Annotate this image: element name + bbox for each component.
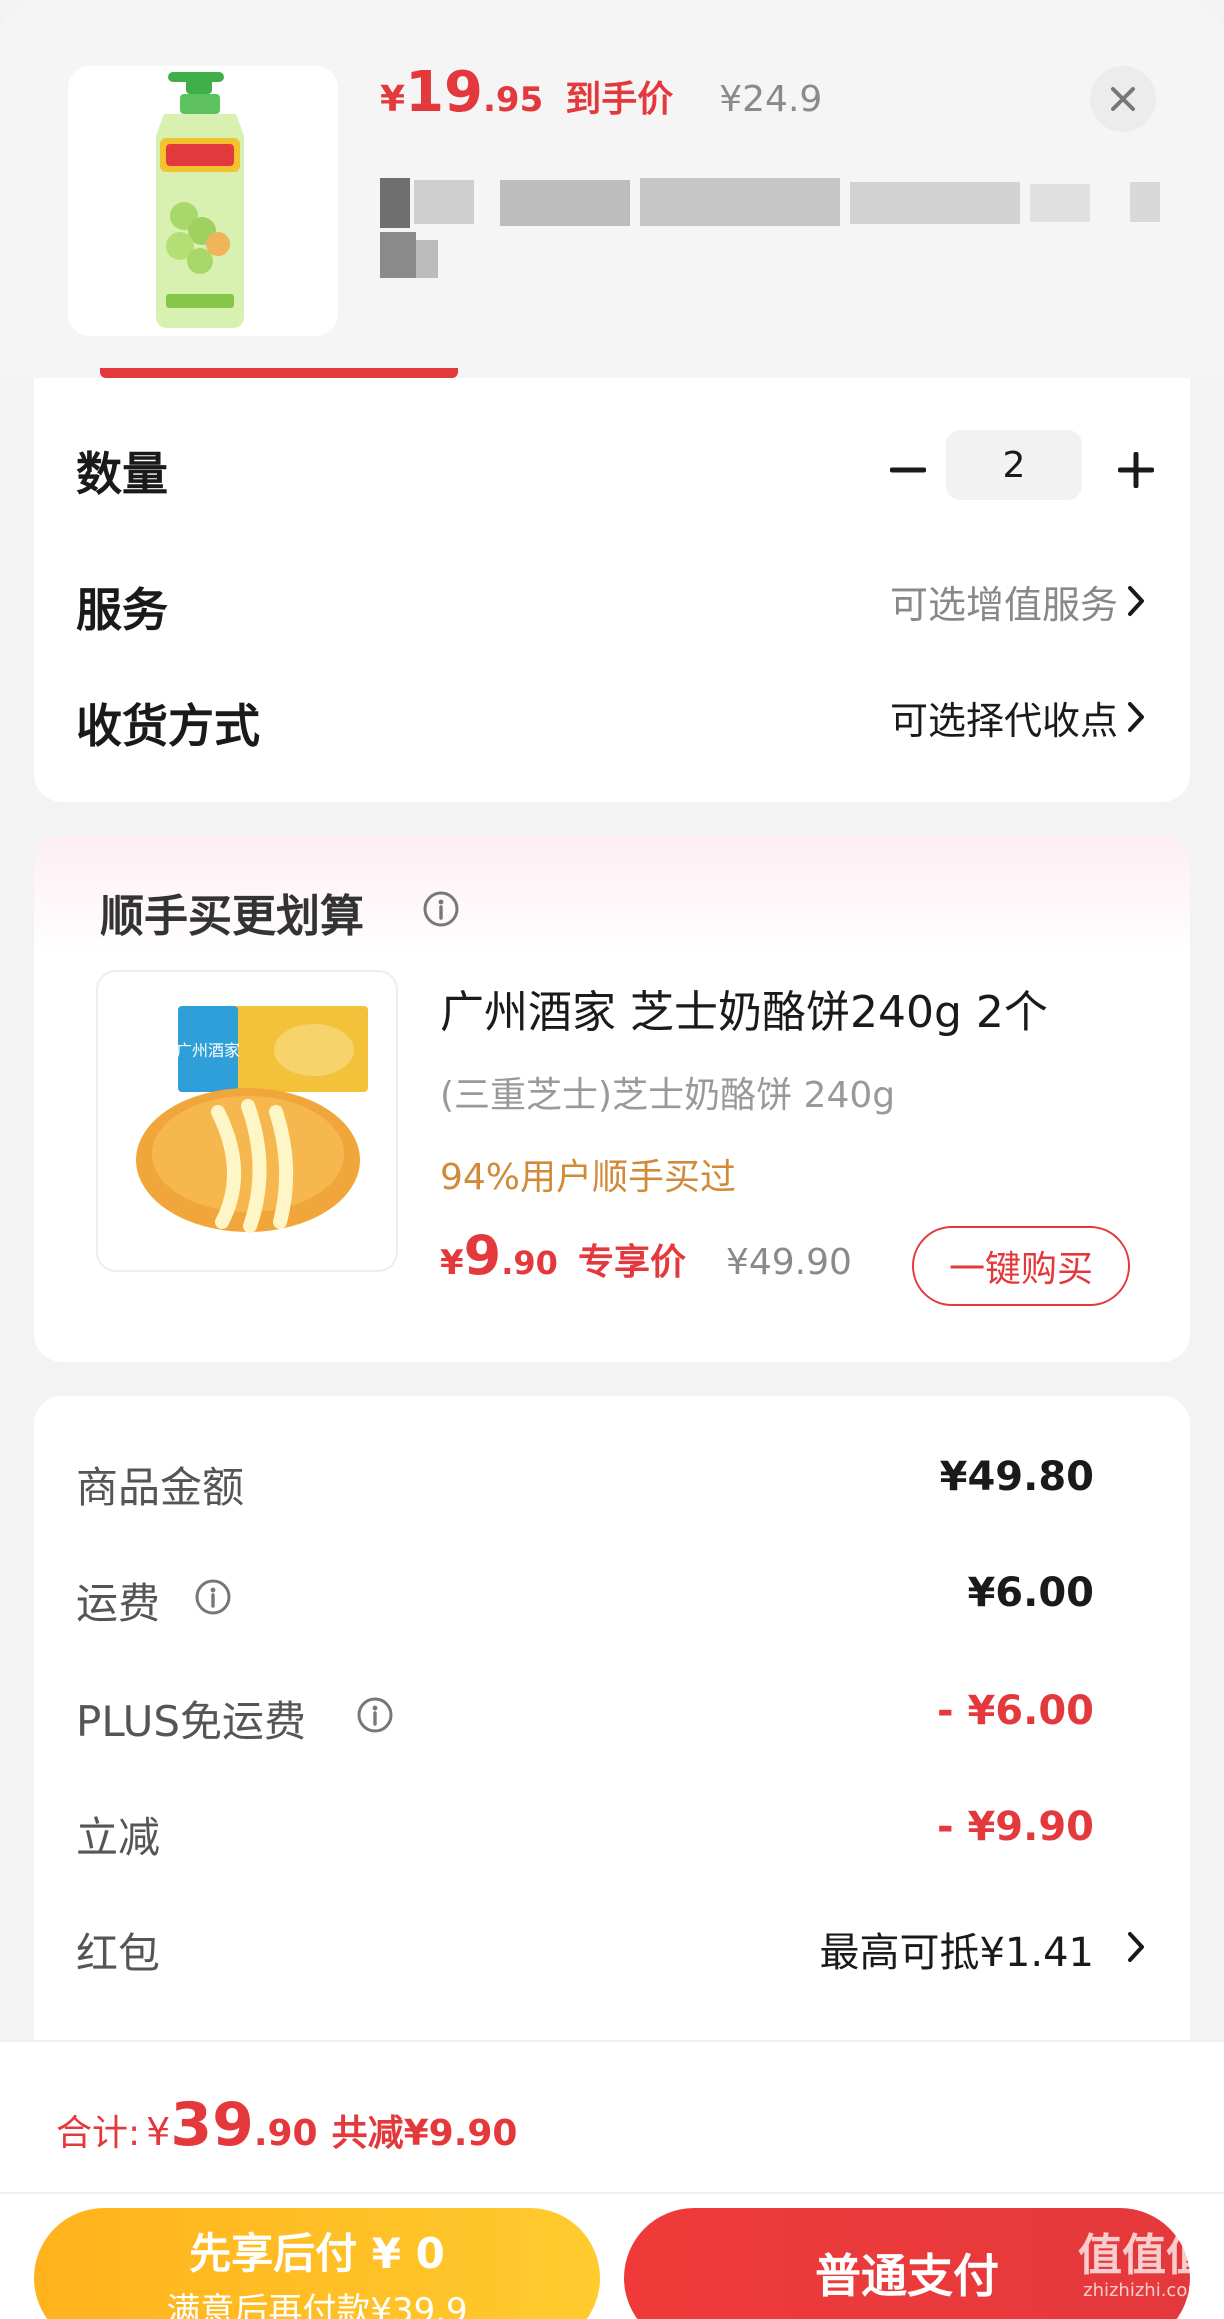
price-tag: 到手价: [565, 79, 674, 120]
original-price: ¥24.9: [719, 79, 823, 120]
product-thumbnail: [68, 66, 338, 336]
addon-price-decimal: .90: [501, 1244, 558, 1282]
addon-product-image[interactable]: 广州酒家: [96, 970, 398, 1272]
goods-amount-value: ¥49.80: [939, 1454, 1094, 1500]
order-summary-card: 商品金额 ¥49.80 运费 ¥6.00 PLUS免运费 - ¥6.00 立减 …: [34, 1396, 1190, 2056]
product-header: ¥ 19 .95 到手价 ¥24.9: [0, 0, 1224, 378]
total-amount: 合计: ¥ 39 .90 共减¥9.90: [56, 2090, 517, 2160]
addon-product-name[interactable]: 广州酒家 芝士奶酪饼240g 2个: [440, 976, 1048, 1040]
quantity-label: 数量: [76, 447, 168, 501]
info-icon[interactable]: [356, 1696, 394, 1734]
service-value: 可选增值服务: [889, 583, 1118, 627]
package-text: 广州酒家: [176, 1041, 240, 1060]
watermark-url: zhizhizhi.com: [1083, 2280, 1205, 2301]
delivery-value: 可选择代收点: [889, 699, 1118, 743]
chevron-right-icon: [1128, 1932, 1144, 1962]
addon-price-tag: 专享价: [577, 1242, 686, 1283]
delivery-label: 收货方式: [76, 699, 260, 753]
shipping-label: 运费: [76, 1579, 161, 1628]
service-label: 服务: [76, 583, 168, 637]
plus-icon: [1118, 452, 1154, 488]
addon-price: ¥ 9 .90 专享价 ¥49.90: [440, 1224, 852, 1287]
one-click-buy-button[interactable]: 一键购买: [912, 1226, 1130, 1306]
total-integer: 39: [170, 2090, 254, 2160]
total-label: 合计:: [56, 2113, 141, 2154]
plus-free-shipping-value: - ¥6.00: [936, 1688, 1094, 1734]
pay-later-title: 先享后付 ¥ 0: [189, 2229, 445, 2278]
total-decimal: .90: [253, 2113, 318, 2154]
red-packet-value: 最高可抵¥1.41: [819, 1930, 1094, 1976]
options-card: 数量 2 服务 可选增值服务 收货方式 可选择代收点: [34, 378, 1190, 802]
price-integer: 19: [405, 60, 483, 125]
addon-original-price: ¥49.90: [725, 1242, 852, 1283]
quantity-increase-button[interactable]: [1100, 434, 1172, 506]
pay-later-subtitle: 满意后再付款¥39.9: [166, 2291, 468, 2319]
price-decimal: .95: [483, 80, 544, 120]
close-icon: [1111, 87, 1135, 111]
total-symbol: ¥: [146, 2110, 171, 2154]
minus-icon: [890, 467, 926, 473]
selected-spec-underline: [100, 368, 458, 378]
product-price: ¥ 19 .95 到手价 ¥24.9: [380, 60, 822, 140]
total-savings: 共减¥9.90: [331, 2113, 518, 2154]
goods-amount-label: 商品金额: [76, 1463, 245, 1512]
addon-price-integer: 9: [463, 1224, 502, 1287]
divider: [0, 2192, 1224, 2194]
shipping-value: ¥6.00: [967, 1570, 1094, 1616]
quantity-stepper[interactable]: 2: [946, 430, 1082, 500]
addon-card: 顺手买更划算 广州酒家 广州酒家 芝士奶酪饼240g 2个 (三重芝士)芝士奶酪…: [34, 836, 1190, 1362]
addon-product-spec: (三重芝士)芝士奶酪饼 240g: [440, 1075, 896, 1116]
addon-title: 顺手买更划算: [100, 891, 364, 942]
pay-later-button[interactable]: 先享后付 ¥ 0 满意后再付款¥39.9: [34, 2208, 600, 2319]
addon-purchase-hint: 94%用户顺手买过: [440, 1157, 737, 1198]
red-packet-label: 红包: [76, 1929, 161, 1978]
discount-label: 立减: [76, 1813, 161, 1862]
chevron-right-icon: [1128, 586, 1144, 616]
price-symbol: ¥: [380, 79, 406, 120]
chevron-right-icon: [1128, 702, 1144, 732]
quantity-decrease-button[interactable]: [872, 434, 944, 506]
watermark-logo: 值值值: [1078, 2230, 1210, 2281]
checkout-bar: 合计: ¥ 39 .90 共减¥9.90 先享后付 ¥ 0 满意后再付款¥39.…: [0, 2040, 1224, 2319]
watermark: 值值值 zhizhizhi.com: [1074, 2232, 1214, 2312]
discount-value: - ¥9.90: [936, 1804, 1094, 1850]
close-button[interactable]: [1090, 66, 1156, 132]
plus-free-shipping-label: PLUS免运费: [76, 1697, 307, 1746]
info-icon[interactable]: [422, 890, 460, 928]
info-icon[interactable]: [194, 1578, 232, 1616]
addon-price-symbol: ¥: [440, 1243, 464, 1283]
product-title-blurred: [380, 170, 1160, 280]
